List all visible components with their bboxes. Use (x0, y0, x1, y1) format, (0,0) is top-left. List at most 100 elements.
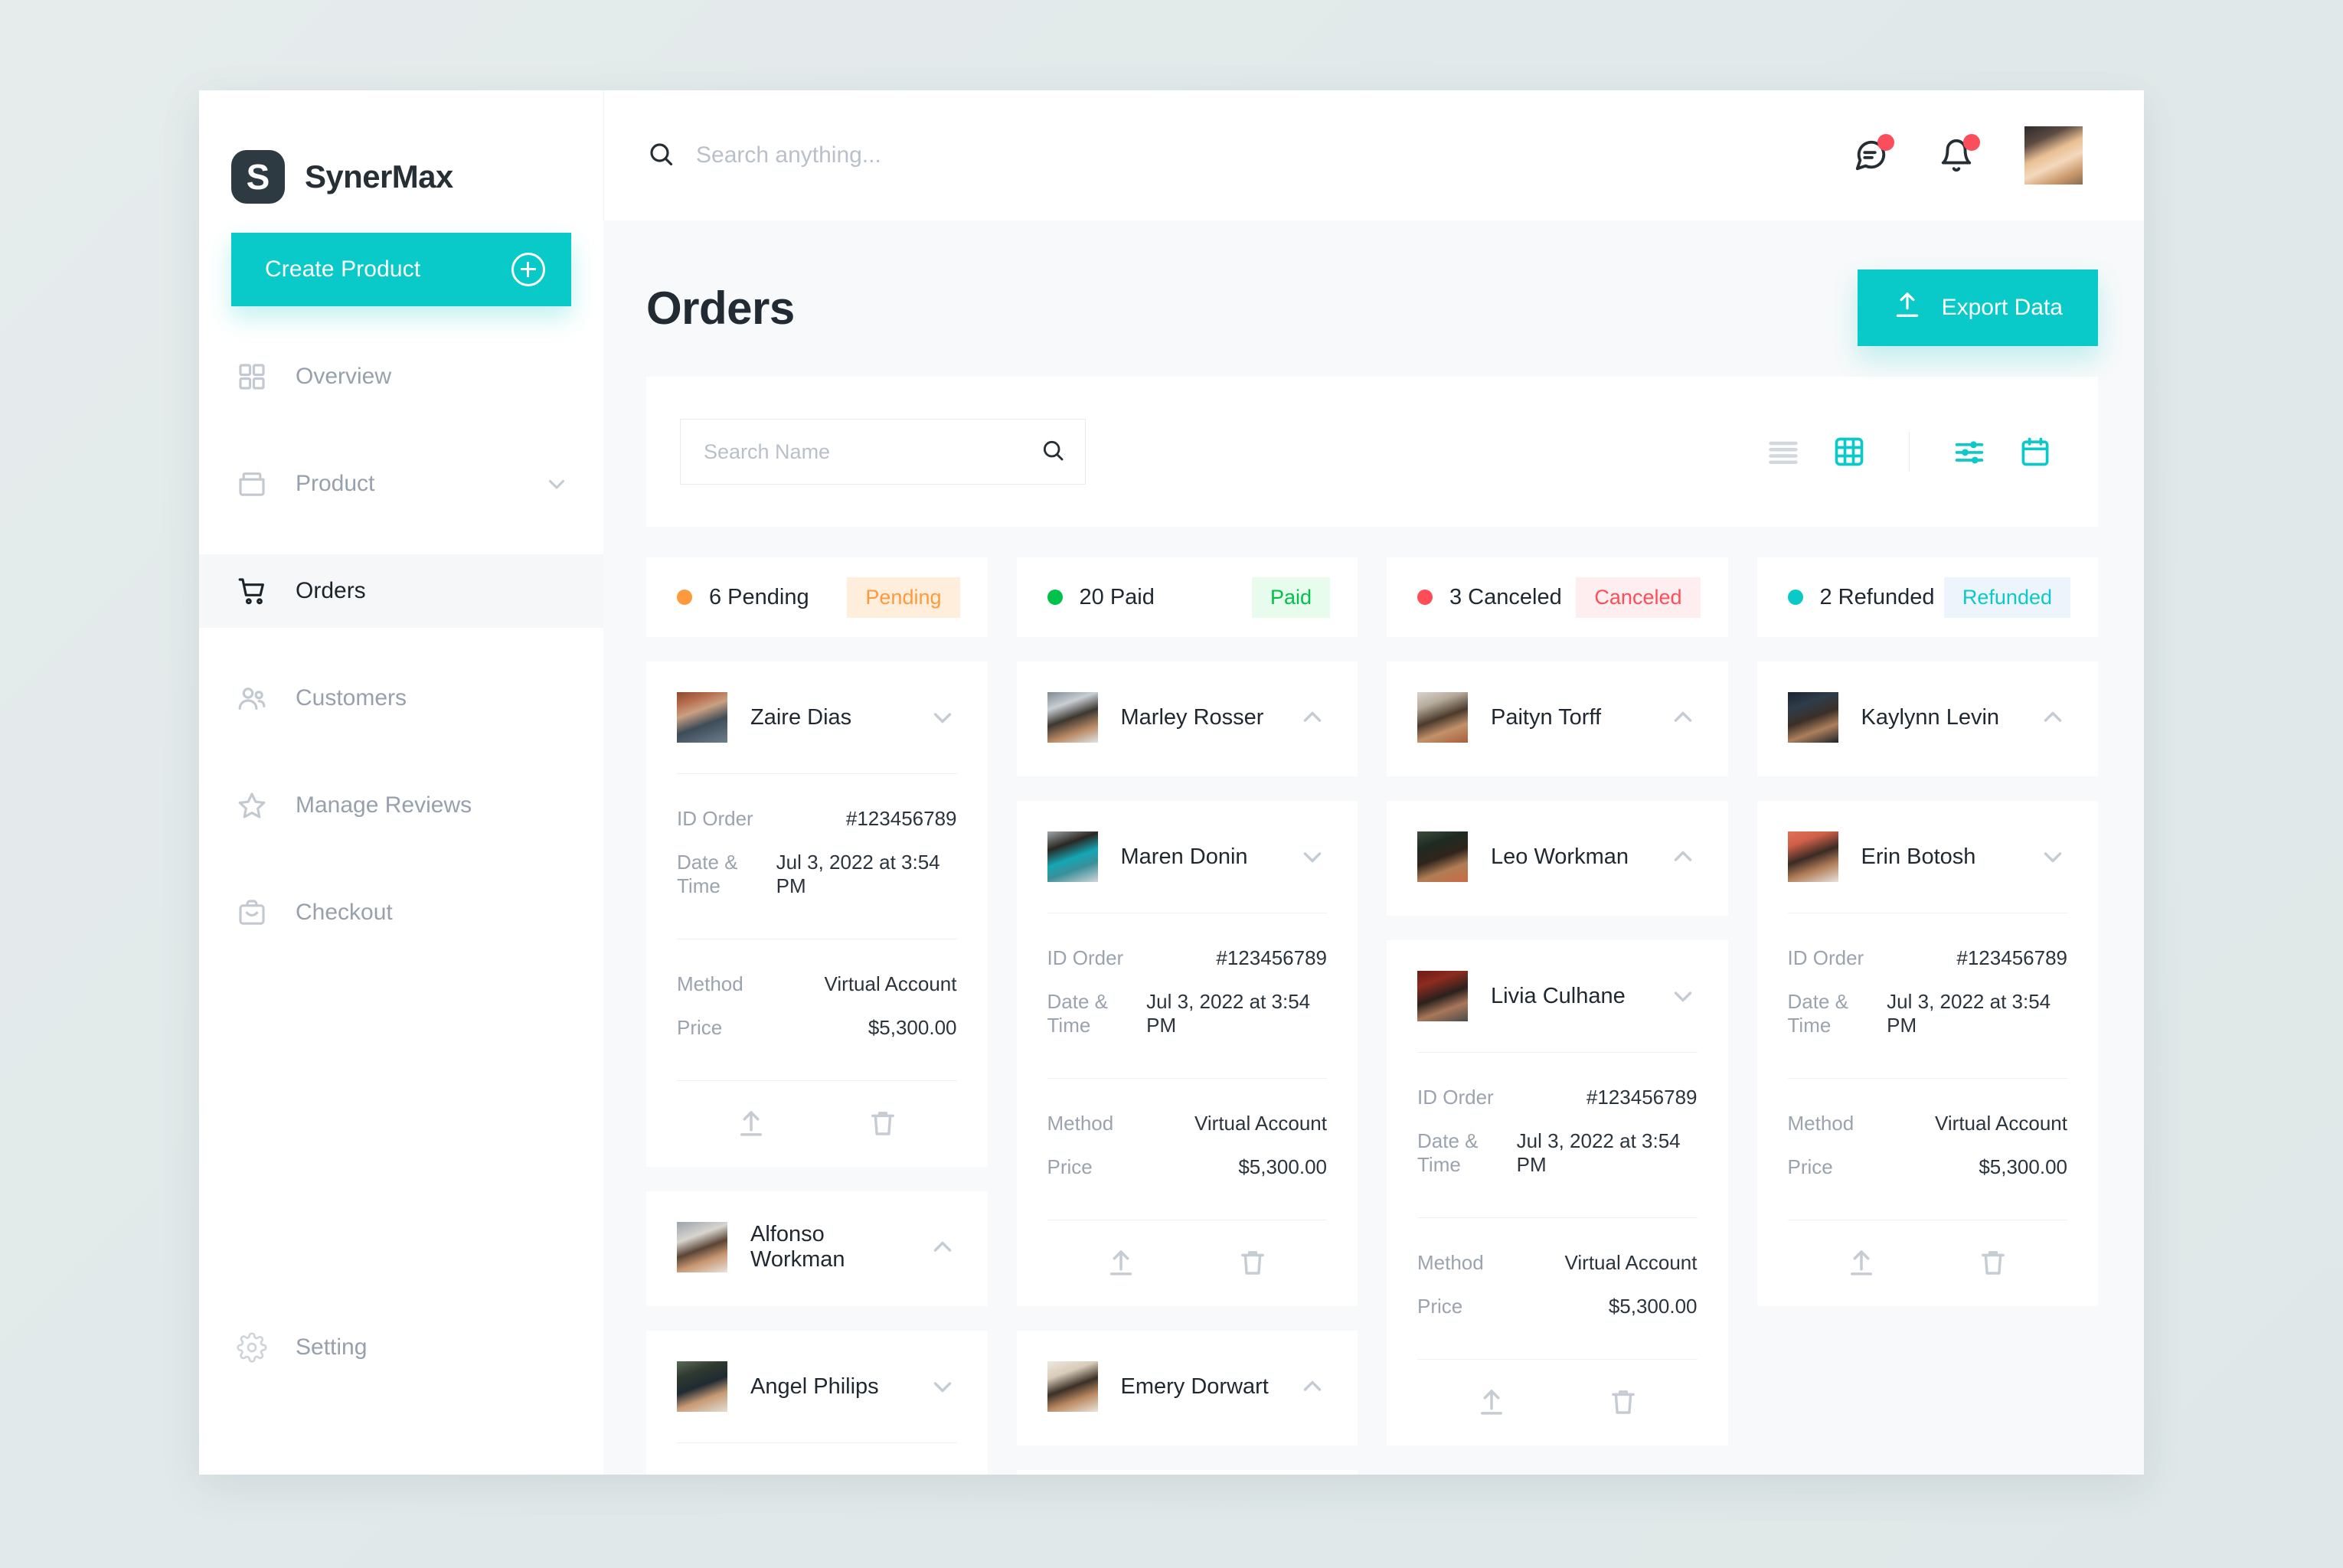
order-card-header: Livia Culhane (1417, 971, 1698, 1024)
chevron-down-icon[interactable] (928, 1372, 957, 1401)
order-card: Carla Westervelt (1016, 1470, 1358, 1475)
star-icon (236, 789, 268, 822)
sidebar-item-setting[interactable]: Setting (199, 1311, 603, 1384)
sidebar-item-label: Orders (296, 578, 366, 603)
customer-name: Kaylynn Levin (1861, 704, 2000, 730)
status-count-group: 20 Paid (1047, 585, 1155, 610)
topbar-actions (1853, 126, 2083, 185)
status-badge: Paid (1251, 577, 1330, 618)
customer-avatar (1787, 692, 1838, 743)
plus-circle-icon (511, 253, 545, 286)
calendar-icon[interactable] (2018, 435, 2052, 469)
date-time-value: Jul 3, 2022 at 3:54 PM (776, 851, 940, 897)
sidebar-item-manage-reviews[interactable]: Manage Reviews (199, 769, 603, 842)
upload-icon[interactable] (1105, 1246, 1137, 1279)
chevron-up-icon[interactable] (928, 1233, 957, 1262)
sidebar-item-label: Manage Reviews (296, 792, 472, 818)
cart-icon (236, 575, 268, 607)
search-icon (647, 140, 675, 172)
export-data-button[interactable]: Export Data (1857, 270, 2098, 346)
status-count-group: 3 Canceled (1417, 585, 1562, 610)
upload-icon (1893, 290, 1922, 325)
grid-view-icon[interactable] (1832, 435, 1866, 469)
sidebar-item-label: Setting (296, 1334, 368, 1360)
order-detail-row: Date & Time Jul 3, 2022 at 3:54 PM (1047, 980, 1328, 1047)
upload-icon[interactable] (1475, 1386, 1508, 1418)
order-card-header: Erin Botosh (1787, 831, 2068, 885)
price-value: $5,300.00 (868, 1016, 957, 1039)
sidebar-item-orders[interactable]: Orders (199, 554, 603, 628)
sidebar-item-checkout[interactable]: Checkout (199, 876, 603, 949)
payment-detail-group: Method Virtual Account Price $5,300.00 (1047, 1079, 1328, 1192)
search-input[interactable] (696, 142, 1186, 168)
chevron-up-icon[interactable] (2038, 703, 2067, 732)
method-value: Virtual Account (1564, 1251, 1698, 1274)
price-value: $5,300.00 (1979, 1155, 2067, 1178)
sidebar-item-customers[interactable]: Customers (199, 662, 603, 735)
status-badge: Canceled (1576, 577, 1701, 618)
filter-icon[interactable] (1953, 435, 1986, 469)
status-badge: Pending (847, 577, 960, 618)
view-toggle-group (1766, 432, 2052, 472)
method-label: Method (1787, 1112, 1854, 1135)
delete-icon[interactable] (867, 1107, 899, 1139)
box-icon (236, 468, 268, 500)
create-product-label: Create Product (265, 256, 421, 282)
chevron-down-icon[interactable] (2038, 842, 2067, 871)
brand-name: SynerMax (305, 158, 453, 194)
customer-avatar (677, 692, 727, 743)
delete-icon[interactable] (1607, 1386, 1639, 1418)
gear-icon (236, 1331, 268, 1364)
order-detail-group: ID Order#123456789Date & TimeJul 3, 2022… (677, 1443, 957, 1475)
list-view-icon[interactable] (1766, 435, 1800, 469)
customer-avatar (1417, 692, 1468, 743)
order-card-header: Paityn Torff (1417, 692, 1698, 746)
status-count-label: 6 Pending (709, 584, 809, 609)
create-product-button[interactable]: Create Product (231, 233, 571, 306)
logo-mark-icon: S (231, 150, 285, 204)
search-name-input[interactable] (704, 439, 1031, 464)
bell-badge (1963, 134, 1980, 151)
sidebar-item-overview[interactable]: Overview (199, 340, 603, 413)
message-icon[interactable] (1853, 134, 1894, 173)
customer-avatar (1047, 692, 1098, 743)
chevron-down-icon[interactable] (1298, 842, 1327, 871)
status-count-group: 2 Refunded (1787, 584, 1935, 610)
order-detail-row: Price $5,300.00 (677, 1006, 957, 1050)
upload-icon[interactable] (735, 1107, 767, 1139)
id-order-value: #123456789 (1956, 946, 2067, 969)
brand-logo: S SynerMax (199, 90, 603, 220)
upload-icon[interactable] (1845, 1246, 1877, 1279)
order-card-header: Emery Dorwart (1047, 1361, 1328, 1415)
delete-icon[interactable] (1977, 1246, 2009, 1279)
chevron-down-icon[interactable] (1668, 982, 1698, 1011)
name-search-field[interactable] (680, 419, 1086, 485)
chevron-up-icon[interactable] (1298, 1372, 1327, 1401)
order-detail-row: Method Virtual Account (677, 962, 957, 1006)
status-dot-icon (1047, 590, 1063, 605)
status-count-label: 2 Refunded (1819, 584, 1935, 609)
date-time-value: Jul 3, 2022 at 3:54 PM (1887, 990, 2051, 1037)
status-dot-icon (677, 590, 692, 605)
chevron-up-icon[interactable] (1298, 703, 1327, 732)
chevron-up-icon[interactable] (1668, 842, 1698, 871)
order-card: Paityn Torff (1387, 662, 1728, 776)
date-time-label: Date & Time (677, 851, 738, 897)
order-detail-row: Method Virtual Account (1788, 1102, 2068, 1145)
date-time-label: Date & Time (1787, 990, 1849, 1037)
order-card: Maren Donin ID Order #123456789 Date & Time… (1016, 801, 1358, 1306)
avatar[interactable] (2024, 126, 2083, 185)
sidebar-item-product[interactable]: Product (199, 447, 603, 521)
chevron-down-icon[interactable] (544, 471, 570, 497)
users-icon (236, 682, 268, 714)
chevron-up-icon[interactable] (1668, 703, 1698, 732)
global-search[interactable] (647, 140, 1853, 172)
customer-name: Zaire Dias (750, 704, 852, 730)
order-detail-row: Price $5,300.00 (1047, 1145, 1328, 1189)
chevron-down-icon[interactable] (928, 703, 957, 732)
sidebar-nav: Overview Product Orders Customers Manage Rev… (199, 340, 603, 983)
bell-icon[interactable] (1939, 134, 1980, 173)
price-label: Price (1047, 1155, 1093, 1178)
delete-icon[interactable] (1237, 1246, 1269, 1279)
status-dot-icon (1787, 590, 1803, 605)
